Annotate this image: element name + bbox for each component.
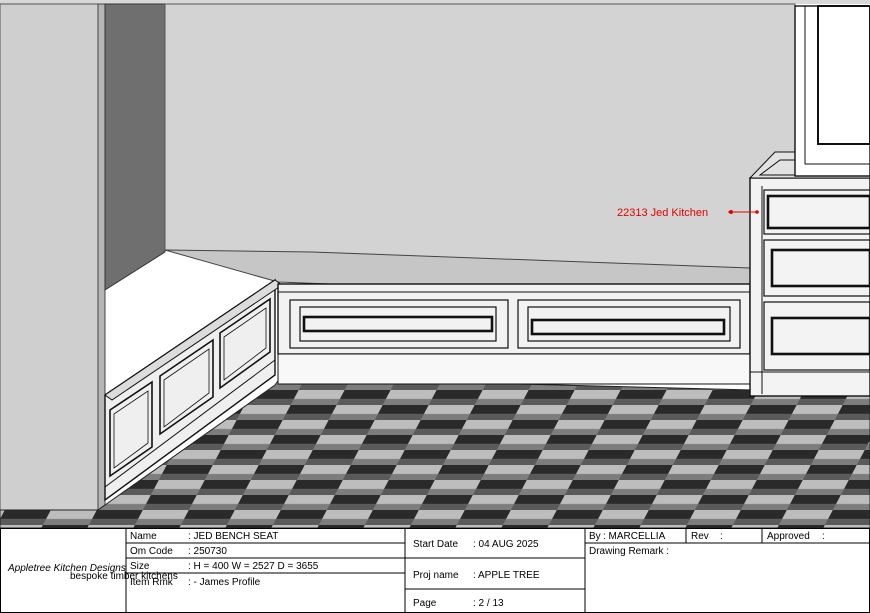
size-label: Size: [130, 561, 150, 572]
drawing-viewport: 22313 Jed Kitchen: [0, 0, 870, 528]
name-value: : JED BENCH SEAT: [188, 531, 278, 542]
omcode-label: Om Code: [130, 546, 173, 557]
proj-name-label: Proj name: [413, 570, 459, 581]
tall-unit: [794, 5, 870, 177]
annotation-anchor-icon: [755, 210, 759, 214]
left-wall: [0, 3, 99, 511]
page-value: : 2 / 13: [473, 598, 504, 609]
page-label: Page: [413, 598, 437, 609]
proj-name-value: : APPLE TREE: [473, 570, 540, 581]
drawing-remark-label: Drawing Remark :: [589, 546, 669, 557]
approved-value: :: [822, 531, 825, 542]
side-wall: [97, 3, 106, 511]
omcode-value: : 250730: [188, 546, 227, 557]
itemrmk-label: Item Rmk: [130, 577, 174, 588]
by-value: : MARCELLIA: [603, 531, 666, 542]
rev-value: :: [720, 531, 723, 542]
annotation-label: 22313 Jed Kitchen: [617, 207, 708, 219]
annotation-arrow-icon: [729, 210, 733, 214]
size-value: : H = 400 W = 2527 D = 3655: [188, 561, 319, 572]
itemrmk-value: : - James Profile: [188, 577, 261, 588]
rev-label: Rev: [691, 531, 709, 542]
back-wall: [164, 3, 796, 271]
top-border: [0, 0, 870, 4]
by-label: By: [589, 531, 601, 542]
start-date-label: Start Date: [413, 539, 458, 550]
approved-label: Approved: [767, 531, 810, 542]
title-block: Appletree Kitchen Designs bespoke timber…: [0, 528, 870, 613]
name-label: Name: [130, 531, 157, 542]
start-date-value: : 04 AUG 2025: [473, 539, 539, 550]
alcove-panel: [104, 3, 166, 291]
main-bench-plinth: [277, 353, 751, 385]
